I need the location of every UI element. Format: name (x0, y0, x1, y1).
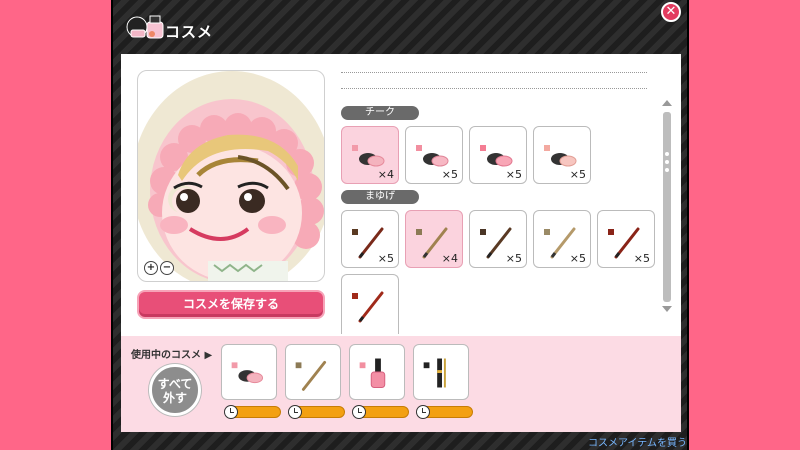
cosme-item-eyebrow[interactable]: ×5 (533, 210, 591, 268)
divider (341, 88, 647, 89)
cosme-item-eyebrow[interactable]: ×5 (597, 210, 655, 268)
cosme-item-eyebrow[interactable]: ×5 (469, 210, 527, 268)
grip-dot (665, 160, 669, 164)
scrollbar-track[interactable] (663, 112, 671, 302)
scroll-up-icon[interactable] (661, 98, 673, 108)
in-use-item-nail[interactable] (349, 344, 405, 400)
remove-all-button[interactable]: すべて 外す (149, 364, 201, 416)
in-use-item-eyebrow[interactable] (285, 344, 341, 400)
expiry-timer-bar (416, 405, 473, 419)
save-cosme-button[interactable]: コスメを保存する (137, 290, 325, 319)
zoom-in-icon[interactable]: + (144, 261, 158, 275)
avatar-preview: + − (137, 70, 325, 282)
item-count: ×5 (377, 252, 394, 265)
cosme-item-eyebrow[interactable]: ×4 (405, 210, 463, 268)
item-count: ×5 (441, 168, 458, 181)
scroll-down-icon[interactable] (661, 304, 673, 314)
item-count: ×5 (505, 252, 522, 265)
avatar (138, 71, 324, 281)
in-use-label: 使用中のコスメ ▶ (131, 346, 212, 361)
close-button[interactable]: ✕ (661, 2, 681, 22)
expiry-timer-bar (288, 405, 345, 419)
eyebrow-pencil-icon (352, 291, 384, 323)
cosme-window: コスメ ✕ + − コスメを保存する チーク ×4 ×5 ×5 ×5 まゆげ ×… (111, 0, 689, 450)
item-count: ×5 (569, 168, 586, 181)
clock-icon (352, 405, 366, 419)
main-panel: + − コスメを保存する チーク ×4 ×5 ×5 ×5 まゆげ ×5 ×4 ×… (121, 54, 681, 336)
cosme-logo-icon (126, 15, 164, 39)
section-label-cheek: チーク (341, 106, 419, 120)
cosme-item-cheek[interactable]: ×5 (469, 126, 527, 184)
cosme-item-cheek[interactable]: ×5 (533, 126, 591, 184)
divider (341, 72, 647, 73)
mascara-icon (423, 358, 446, 388)
eyebrow-pencil-icon (295, 360, 327, 391)
window-title: コスメ (165, 23, 214, 41)
cosme-item-eyebrow[interactable] (341, 274, 399, 334)
expiry-timer-bar (352, 405, 409, 419)
item-count: ×5 (505, 168, 522, 181)
grip-dot (665, 168, 669, 172)
cosme-item-cheek[interactable]: ×5 (405, 126, 463, 184)
section-label-eyebrow: まゆげ (341, 190, 419, 204)
in-use-item-mascara[interactable] (413, 344, 469, 400)
in-use-panel: 使用中のコスメ ▶ すべて 外す (121, 336, 681, 432)
scrollbar-thumb[interactable] (663, 112, 671, 302)
zoom-out-icon[interactable]: − (160, 261, 174, 275)
clock-icon (288, 405, 302, 419)
window-header: コスメ ✕ (113, 0, 687, 54)
play-triangle-icon: ▶ (204, 350, 213, 361)
clock-icon (224, 405, 238, 419)
clock-icon (416, 405, 430, 419)
zoom-controls: + − (144, 261, 174, 275)
item-count: ×4 (377, 168, 394, 181)
cheek-powder-icon (231, 362, 264, 384)
item-count: ×4 (441, 252, 458, 265)
nail-polish-icon (359, 358, 386, 388)
item-count: ×5 (633, 252, 650, 265)
buy-cosme-link[interactable]: コスメアイテムを買う (588, 434, 687, 449)
cosme-item-cheek[interactable]: ×4 (341, 126, 399, 184)
in-use-item-cheek[interactable] (221, 344, 277, 400)
items-scrollbar[interactable] (661, 98, 673, 314)
item-count: ×5 (569, 252, 586, 265)
grip-dot (665, 152, 669, 156)
expiry-timer-bar (224, 405, 281, 419)
in-use-label-text: 使用中のコスメ (131, 350, 201, 361)
cosme-item-eyebrow[interactable]: ×5 (341, 210, 399, 268)
